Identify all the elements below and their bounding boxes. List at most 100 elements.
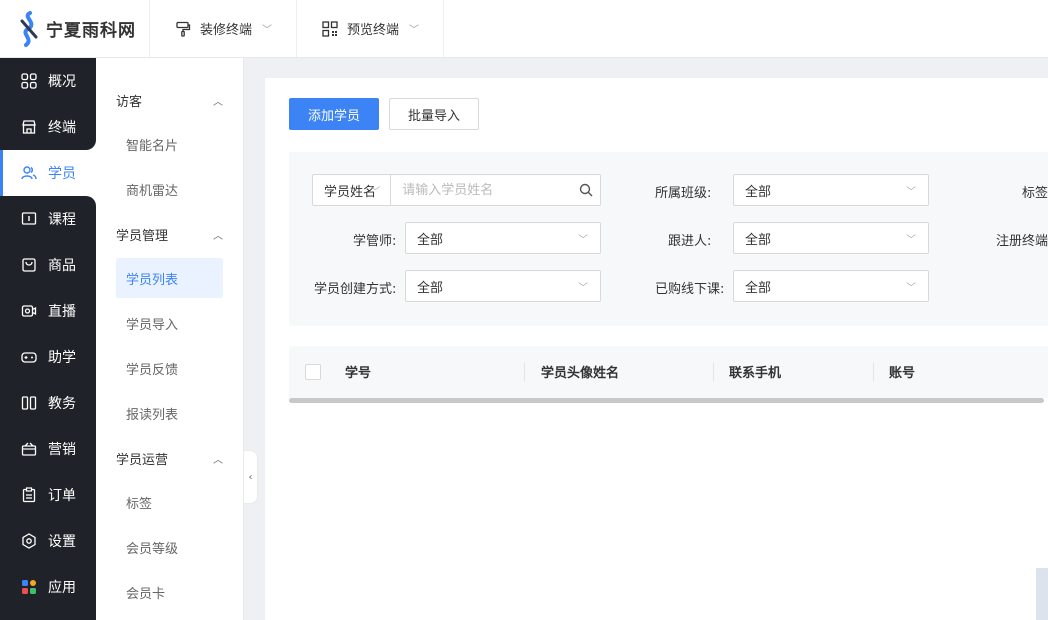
filter-panel: 学员姓名 ﹀ 所属班级: 全部 ﹀ 标签 学管师: 全部 ﹀ 跟进人: 全部 ﹀… xyxy=(289,152,1048,326)
subnav-group-student-operations[interactable]: 学员运营 ︿ xyxy=(96,436,243,480)
sidebar-item-overview[interactable]: 概况 xyxy=(0,58,96,104)
qr-code-icon xyxy=(321,20,339,38)
sidebar-item-label: 终端 xyxy=(48,120,76,136)
subnav-group-title: 学员管理 xyxy=(116,228,169,244)
purchased-course-label: 已购线下课: xyxy=(655,282,725,297)
sidebar-item-label: 课程 xyxy=(48,212,76,228)
sidebar-item-products[interactable]: 商品 xyxy=(0,242,96,288)
collapse-sidebar-button[interactable]: ‹ xyxy=(244,450,258,504)
subnav-group-visitors[interactable]: 访客 ︿ xyxy=(96,78,243,122)
apps-icon xyxy=(20,578,38,596)
sidebar-item-label: 营销 xyxy=(48,442,76,458)
top-tab-preview[interactable]: 预览终端 ﹀ xyxy=(297,0,445,57)
sidebar-item-label: 商品 xyxy=(48,258,76,274)
top-tab-label: 预览终端 xyxy=(347,23,400,38)
sidebar-item-orders[interactable]: 订单 xyxy=(0,472,96,518)
chevron-up-icon: ︿ xyxy=(213,230,223,242)
subnav-item-enrollment-list[interactable]: 报读列表 xyxy=(96,391,243,436)
chevron-down-icon: ﹀ xyxy=(578,283,588,294)
sidebar-item-apps[interactable]: 应用 xyxy=(0,564,96,610)
select-all-checkbox[interactable] xyxy=(305,364,321,380)
class-select-value: 全部 xyxy=(745,184,772,200)
top-tab-label: 装修终端 xyxy=(200,23,253,38)
sidebar-item-live[interactable]: 直播 xyxy=(0,288,96,334)
column-divider xyxy=(713,362,714,382)
subnav-item-tags[interactable]: 标签 xyxy=(96,480,243,525)
subnav-group-title: 学员运营 xyxy=(116,452,169,468)
sidebar-item-label: 概况 xyxy=(48,74,76,90)
grid-icon xyxy=(20,72,38,90)
subnav-item-student-feedback[interactable]: 学员反馈 xyxy=(96,346,243,391)
follower-select-value: 全部 xyxy=(745,232,772,248)
live-icon xyxy=(20,302,38,320)
top-tab-decorate[interactable]: 装修终端 ﹀ xyxy=(150,0,298,57)
sidebar-item-label: 直播 xyxy=(48,304,76,320)
sidebar-item-label: 设置 xyxy=(48,534,76,550)
class-select[interactable]: 全部 ﹀ xyxy=(733,174,929,206)
manager-select[interactable]: 全部 ﹀ xyxy=(405,222,601,254)
sidebar-item-label: 教务 xyxy=(48,396,76,412)
subnav-group-title: 访客 xyxy=(116,94,143,110)
add-student-button[interactable]: 添加学员 xyxy=(289,98,379,130)
register-terminal-label: 注册终端 xyxy=(996,234,1048,249)
manager-select-value: 全部 xyxy=(417,232,444,248)
column-divider xyxy=(873,362,874,382)
manager-label: 学管师: xyxy=(353,234,397,249)
column-header-account: 账号 xyxy=(889,366,916,381)
column-header-avatar-name: 学员头像姓名 xyxy=(541,366,620,381)
sidebar-item-settings[interactable]: 设置 xyxy=(0,518,96,564)
gear-icon xyxy=(20,532,38,550)
course-icon xyxy=(20,210,38,228)
sidebar-item-label: 应用 xyxy=(48,580,76,596)
search-type-value: 学员姓名 xyxy=(324,184,377,200)
sidebar-item-course[interactable]: 课程 xyxy=(0,196,96,242)
subnav-item-member-card[interactable]: 会员卡 xyxy=(96,570,243,615)
brand-name: 宁夏雨科网 xyxy=(46,21,136,41)
create-method-select[interactable]: 全部 ﹀ xyxy=(405,270,601,302)
sidebar-item-label: 订单 xyxy=(48,488,76,504)
sidebar-item-students[interactable]: 学员 xyxy=(0,150,96,196)
follower-select[interactable]: 全部 ﹀ xyxy=(733,222,929,254)
subnav-item-opportunity-radar[interactable]: 商机雷达 xyxy=(96,167,243,212)
sidebar-item-label: 学员 xyxy=(48,166,76,182)
chevron-down-icon: ﹀ xyxy=(906,187,916,198)
sidebar-item-terminal[interactable]: 终端 xyxy=(0,104,96,150)
search-type-select[interactable]: 学员姓名 ﹀ xyxy=(313,175,392,205)
chevron-down-icon: ﹀ xyxy=(906,235,916,246)
main-content: 添加学员 批量导入 学员姓名 ﹀ 所属班级: 全部 ﹀ 标签 学管师: 全部 ﹀… xyxy=(265,78,1048,620)
books-icon xyxy=(20,394,38,412)
student-search: 学员姓名 ﹀ xyxy=(312,174,601,206)
table-header: 学号 学员头像姓名 联系手机 账号 xyxy=(289,346,1048,398)
chevron-up-icon: ︿ xyxy=(213,454,223,466)
sidebar-item-study-aid[interactable]: 助学 xyxy=(0,334,96,380)
subnav-item-student-import[interactable]: 学员导入 xyxy=(96,301,243,346)
bag-icon xyxy=(20,256,38,274)
subnav-item-member-level[interactable]: 会员等级 xyxy=(96,525,243,570)
subnav-group-student-management[interactable]: 学员管理 ︿ xyxy=(96,212,243,256)
floating-widget[interactable] xyxy=(1036,568,1048,620)
tag-label: 标签 xyxy=(1022,186,1048,201)
subnav-item-student-list[interactable]: 学员列表 xyxy=(116,258,223,298)
batch-import-button[interactable]: 批量导入 xyxy=(389,98,479,130)
brand-logo[interactable]: 宁夏雨科网 xyxy=(0,0,150,57)
chevron-down-icon: ﹀ xyxy=(578,235,588,246)
sidebar-item-marketing[interactable]: 营销 xyxy=(0,426,96,472)
sidebar-item-academic[interactable]: 教务 xyxy=(0,380,96,426)
class-label: 所属班级: xyxy=(655,186,712,201)
horizontal-scrollbar[interactable] xyxy=(289,398,1044,403)
paint-roller-icon xyxy=(174,20,192,38)
column-header-phone: 联系手机 xyxy=(729,366,782,381)
subnav-item-business-card[interactable]: 智能名片 xyxy=(96,122,243,167)
main-sidebar: 概况 终端 学员 课程 商品 直播 助学 教务 营销 订单 设置 应用 xyxy=(0,58,96,620)
search-input[interactable] xyxy=(391,175,573,205)
chevron-up-icon: ︿ xyxy=(213,96,223,108)
column-header-student-id: 学号 xyxy=(345,366,372,381)
create-method-label: 学员创建方式: xyxy=(314,282,397,297)
chevron-down-icon: ﹀ xyxy=(370,187,381,198)
logo-mark-icon xyxy=(18,10,42,47)
column-divider xyxy=(524,362,525,382)
store-icon xyxy=(20,118,38,136)
search-icon[interactable] xyxy=(572,175,600,205)
purchased-course-select[interactable]: 全部 ﹀ xyxy=(733,270,929,302)
top-bar: 宁夏雨科网 装修终端 ﹀ 预览终端 ﹀ xyxy=(0,0,1048,58)
